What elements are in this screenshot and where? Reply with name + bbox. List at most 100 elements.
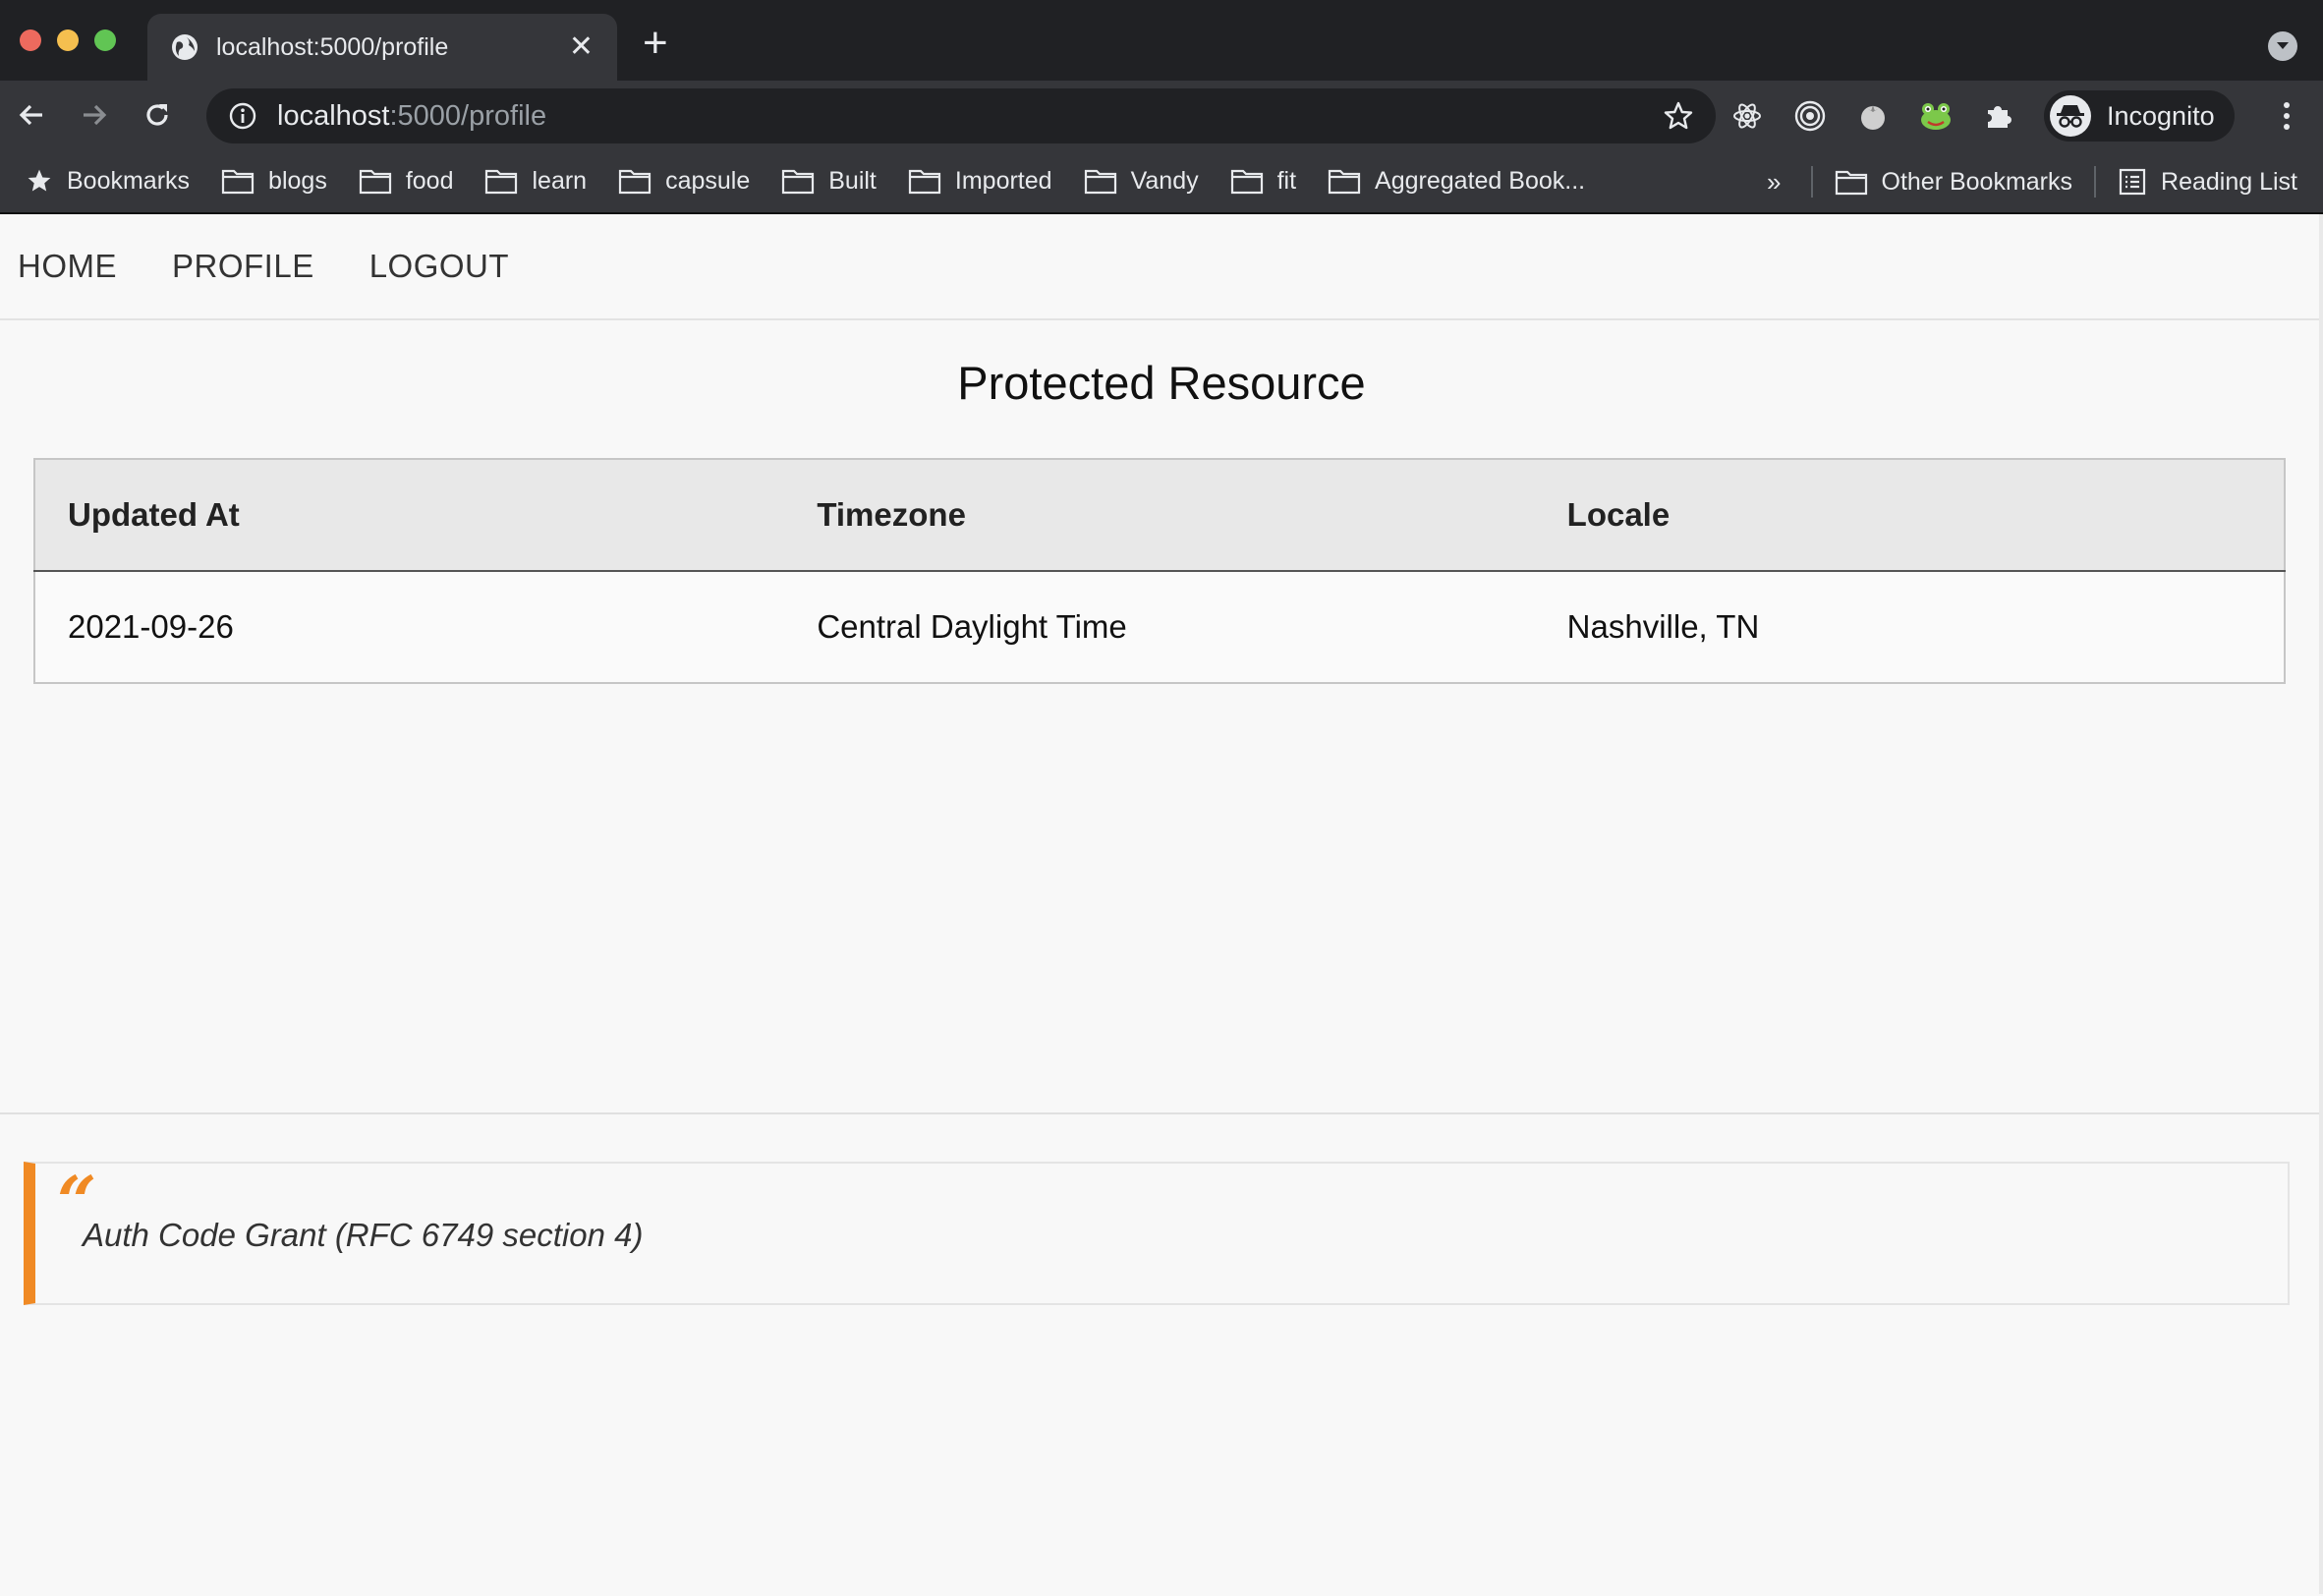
bookmark-folder-imported[interactable]: Imported [908, 167, 1052, 196]
url-host: localhost [277, 99, 390, 132]
tab-search-button[interactable] [2268, 31, 2297, 61]
top-nav: HOME PROFILE LOGOUT [0, 214, 2323, 320]
bookmark-label: blogs [268, 166, 327, 195]
bookmark-label: Aggregated Book... [1375, 166, 1586, 195]
browser-tab[interactable]: localhost:5000/profile ✕ [147, 14, 617, 81]
bookmark-label: Imported [954, 166, 1052, 195]
folder-icon [221, 169, 255, 195]
info-icon[interactable] [228, 101, 257, 131]
frog-icon [1921, 103, 1951, 130]
tab-title: localhost:5000/profile [216, 32, 449, 61]
bookmark-label: capsule [665, 166, 751, 195]
profile-label: Incognito [2107, 100, 2215, 131]
maximize-window-button[interactable] [94, 29, 116, 51]
profile-table: Updated At Timezone Locale 2021-09-26 Ce… [33, 458, 2286, 684]
column-header-updated-at: Updated At [34, 459, 785, 572]
bookmark-folder-vandy[interactable]: Vandy [1084, 167, 1199, 196]
kebab-dot [2284, 113, 2290, 119]
forward-arrow-icon [84, 104, 107, 126]
quote-text: Auth Code Grant (RFC 6749 section 4) [83, 1217, 644, 1253]
reload-button[interactable] [140, 97, 175, 133]
incognito-icon [2050, 95, 2091, 137]
bookmark-folder-blogs[interactable]: blogs [221, 167, 327, 196]
tomato-extension[interactable] [1855, 98, 1891, 134]
folder-icon [485, 169, 518, 195]
bookmark-folder-built[interactable]: Built [781, 167, 877, 196]
target-icon [1794, 100, 1826, 132]
bookmark-label: Vandy [1130, 166, 1199, 195]
close-tab-icon[interactable]: ✕ [569, 32, 594, 62]
folder-icon [908, 169, 940, 195]
forward-button[interactable] [77, 97, 112, 133]
globe-icon [172, 34, 198, 60]
bookmarks-overflow-button[interactable]: » [1767, 167, 1781, 198]
cell-updated-at: 2021-09-26 [68, 608, 234, 645]
bookmark-item-bookmarks[interactable]: Bookmarks [26, 167, 190, 196]
browser-chrome: localhost:5000/profile ✕ + localhost:500… [0, 0, 2323, 214]
bookmark-folder-aggregated[interactable]: Aggregated Book... [1328, 167, 1585, 196]
folder-icon [1835, 170, 1867, 196]
column-header-locale: Locale [1534, 459, 2285, 572]
tab-strip: localhost:5000/profile ✕ + [0, 0, 2323, 81]
bookmark-folder-food[interactable]: food [359, 166, 454, 196]
address-bar[interactable]: localhost:5000/profile [206, 88, 1716, 143]
divider [2094, 166, 2097, 198]
page-title: Protected Resource [957, 357, 1366, 409]
bookmark-label: Reading List [2161, 167, 2297, 196]
other-bookmarks-folder[interactable]: Other Bookmarks [1835, 167, 2073, 197]
divider [1810, 166, 1813, 198]
scrollbar-track[interactable] [2319, 214, 2323, 1594]
tomato-icon [1861, 105, 1885, 130]
back-arrow-icon [19, 104, 42, 126]
footer-divider [0, 1112, 2323, 1114]
bookmark-folder-learn[interactable]: learn [484, 167, 587, 196]
new-tab-button[interactable]: + [643, 22, 668, 65]
nav-home-link[interactable]: HOME [18, 248, 117, 285]
cell-timezone: Central Daylight Time [817, 608, 1127, 645]
bookmark-star-icon[interactable] [1663, 100, 1694, 132]
kebab-dot [2284, 124, 2290, 130]
close-window-button[interactable] [20, 29, 41, 51]
frog-extension[interactable] [1918, 98, 1954, 134]
browser-toolbar: localhost:5000/profile Incognito [0, 81, 2323, 149]
cell-locale: Nashville, TN [1566, 608, 1760, 645]
bookmark-label: food [405, 166, 454, 195]
minimize-window-button[interactable] [57, 29, 79, 51]
folder-icon [782, 169, 815, 195]
folder-icon [1084, 169, 1116, 195]
page-content: HOME PROFILE LOGOUT Protected Resource U… [0, 214, 2323, 1594]
nav-logout-link[interactable]: LOGOUT [369, 248, 509, 285]
chevron-down-icon [2277, 42, 2289, 49]
extensions-menu-button[interactable] [1981, 98, 2016, 134]
back-button[interactable] [14, 97, 49, 133]
browser-menu-button[interactable] [2284, 102, 2290, 130]
kebab-dot [2284, 102, 2290, 108]
folder-icon [1328, 169, 1361, 195]
bookmark-label: Bookmarks [67, 166, 191, 195]
bookmark-label: learn [532, 166, 588, 195]
folder-icon [359, 169, 391, 195]
target-extension[interactable] [1792, 98, 1828, 134]
url-path: :5000/profile [389, 99, 547, 132]
incognito-profile-button[interactable]: Incognito [2044, 90, 2235, 142]
star-icon [28, 169, 51, 192]
react-devtools-extension[interactable] [1729, 98, 1765, 134]
bookmark-label: Other Bookmarks [1881, 167, 2073, 196]
folder-icon [1230, 169, 1263, 195]
atom-icon [1733, 103, 1761, 129]
window-controls [20, 29, 116, 51]
grant-type-quote: “ Auth Code Grant (RFC 6749 section 4) [24, 1162, 2290, 1305]
bookmark-folder-fit[interactable]: fit [1230, 167, 1296, 196]
extensions-area: Incognito [1729, 88, 2235, 143]
bookmark-label: fit [1276, 166, 1297, 195]
folder-icon [618, 169, 652, 195]
bookmarks-bar-right: » Other Bookmarks Reading List [1767, 149, 2297, 214]
reading-list-button[interactable]: Reading List [2118, 167, 2297, 197]
bookmark-folder-capsule[interactable]: capsule [618, 167, 750, 196]
url-text[interactable]: localhost:5000/profile [277, 100, 1663, 133]
nav-profile-link[interactable]: PROFILE [172, 248, 314, 285]
puzzle-icon [1988, 106, 2011, 128]
reading-list-icon [2119, 168, 2146, 196]
table-header-row: Updated At Timezone Locale [34, 459, 2285, 572]
column-header-timezone: Timezone [784, 459, 1535, 572]
